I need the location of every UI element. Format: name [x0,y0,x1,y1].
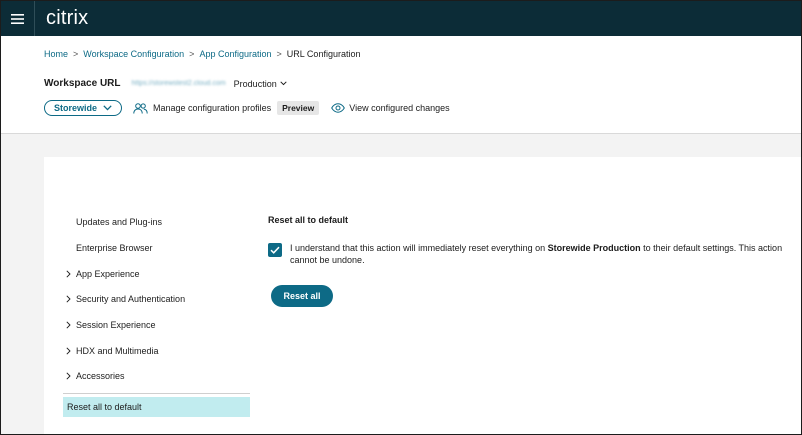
sidebar-item-label: Session Experience [76,320,156,330]
acknowledge-text-prefix: I understand that this action will immed… [290,243,548,253]
store-selector-button[interactable]: Storewide [44,100,123,116]
sidebar-item-reset-all-to-default[interactable]: Reset all to default [63,397,250,417]
sidebar-item-enterprise-browser[interactable]: Enterprise Browser [76,243,153,253]
app-frame: citrix Home > Workspace Configuration > … [0,0,802,435]
hamburger-menu-icon[interactable] [1,1,35,36]
chevron-right-icon [66,320,74,330]
workspace-url-row: Workspace URL https://storewstest2.cloud… [44,78,287,89]
chevron-right-icon [66,294,74,304]
manage-configuration-profiles-label: Manage configuration profiles [153,103,272,113]
sidebar-item-label: Reset all to default [67,402,142,412]
manage-configuration-profiles-link[interactable]: Manage configuration profiles [133,102,272,114]
sidebar-item-label: Accessories [76,371,125,381]
reset-panel-title: Reset all to default [268,215,349,225]
sidebar-item-label: HDX and Multimedia [76,346,159,356]
reset-panel: Reset all to default I understand that t… [268,215,788,307]
breadcrumb-app-configuration-link[interactable]: App Configuration [199,49,271,59]
sidebar-item-label: Enterprise Browser [76,243,153,253]
controls-row: Storewide Manage configuration profiles … [44,100,450,116]
view-configured-changes-link[interactable]: View configured changes [331,103,450,113]
breadcrumb-separator: > [73,49,79,59]
sidebar-item-security-and-authentication[interactable]: Security and Authentication [66,294,186,304]
acknowledge-text: I understand that this action will immed… [290,242,788,266]
settings-sidebar: Updates and Plug-ins Enterprise Browser … [44,157,254,434]
acknowledge-text-store: Storewide Production [547,243,641,253]
sidebar-item-label: Updates and Plug-ins [76,217,163,227]
sidebar-item-accessories[interactable]: Accessories [66,371,125,381]
users-icon [133,102,148,114]
chevron-right-icon [66,269,74,279]
sidebar-item-label: App Experience [76,269,140,279]
checkmark-icon [270,246,280,254]
breadcrumb-home-link[interactable]: Home [44,49,68,59]
breadcrumb-separator: > [189,49,195,59]
sidebar-divider [63,393,250,394]
store-selector-label: Storewide [54,103,98,113]
acknowledge-checkbox[interactable] [268,243,282,257]
environment-dropdown[interactable]: Production [234,79,287,89]
workspace-url-label: Workspace URL [44,78,121,89]
page-header: Home > Workspace Configuration > App Con… [1,36,801,134]
top-navigation-bar: citrix [1,1,801,36]
citrix-logo[interactable]: citrix [46,7,88,30]
sidebar-item-updates-and-plug-ins[interactable]: Updates and Plug-ins [76,217,162,227]
settings-card: Updates and Plug-ins Enterprise Browser … [44,157,801,434]
environment-dropdown-label: Production [233,78,277,89]
view-configured-changes-label: View configured changes [349,103,450,113]
chevron-right-icon [66,346,74,356]
eye-icon [331,103,346,113]
sidebar-item-hdx-and-multimedia[interactable]: HDX and Multimedia [66,346,159,356]
reset-all-button[interactable]: Reset all [271,285,333,307]
chevron-down-icon [280,81,287,86]
acknowledge-row: I understand that this action will immed… [268,242,788,266]
breadcrumb-current: URL Configuration [286,49,361,59]
breadcrumb: Home > Workspace Configuration > App Con… [44,49,360,59]
chevron-down-icon [103,105,112,111]
breadcrumb-separator: > [276,49,282,59]
sidebar-item-session-experience[interactable]: Session Experience [66,320,156,330]
sidebar-item-app-experience[interactable]: App Experience [66,269,140,279]
preview-badge: Preview [277,101,320,115]
chevron-right-icon [66,371,74,381]
workspace-url-value: https://storewstest2.cloud.com [131,80,226,87]
sidebar-item-label: Security and Authentication [76,294,186,304]
breadcrumb-workspace-configuration-link[interactable]: Workspace Configuration [83,49,184,59]
